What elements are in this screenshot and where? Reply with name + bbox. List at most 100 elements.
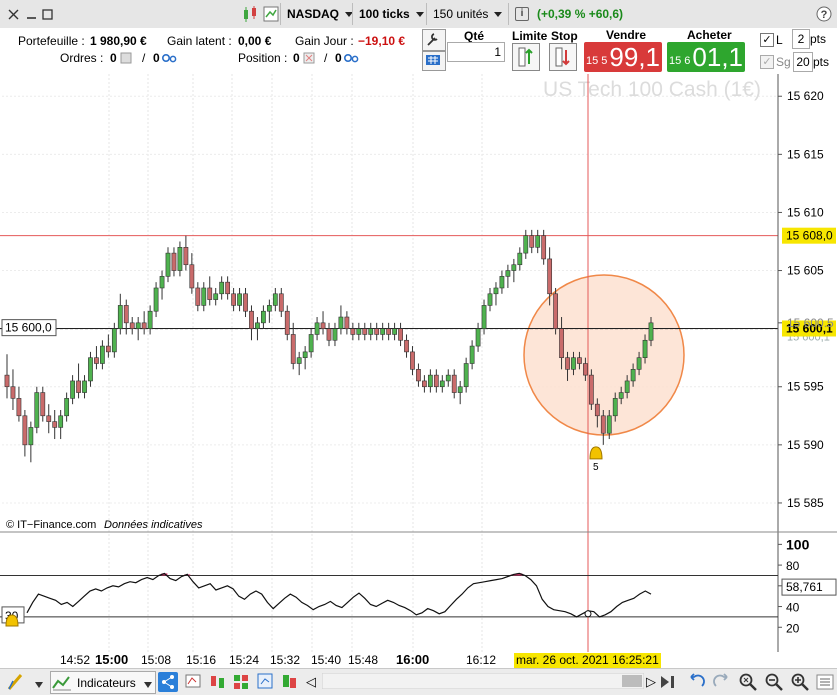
candle-body — [231, 293, 236, 306]
sell-label: Vendre — [606, 28, 647, 42]
price-chart[interactable]: US Tech 100 Cash (1€) 15 600,0 15 608,0 15… — [0, 74, 837, 652]
sg-points-input[interactable]: 20 — [793, 52, 813, 72]
sell-button[interactable]: 15 5 99,1 — [584, 42, 662, 72]
units-select[interactable]: 150 unités — [426, 3, 511, 25]
candle-body — [28, 427, 34, 446]
candle-body — [100, 345, 105, 364]
candle-body — [76, 380, 81, 393]
indicators-label: Indicateurs — [77, 675, 136, 690]
instrument-select[interactable]: NASDAQ — [280, 3, 357, 25]
candle-body — [588, 374, 594, 405]
buy-label: Acheter — [687, 28, 732, 42]
candle-body — [612, 398, 618, 417]
orders-window-icon[interactable] — [120, 52, 132, 67]
tool-icon-5[interactable] — [280, 672, 300, 695]
candle-body — [457, 386, 463, 393]
candle-body — [594, 403, 600, 417]
gears-icon[interactable] — [343, 52, 359, 67]
candle-body — [255, 322, 260, 329]
candle-body — [583, 363, 588, 376]
candle-body — [302, 351, 308, 358]
position-window-icon[interactable] — [303, 52, 315, 67]
maximize-icon[interactable] — [40, 4, 54, 24]
candle-body — [129, 322, 135, 329]
portfolio-value: 1 980,90 € — [90, 34, 147, 48]
close-icon[interactable] — [6, 4, 20, 24]
orders-count-a: 0 — [110, 51, 117, 65]
stop-order-button[interactable] — [549, 43, 577, 71]
candle-body — [237, 293, 242, 306]
indicator-value-label: 58,761 — [786, 580, 823, 594]
gears-icon[interactable] — [161, 52, 177, 67]
tool-icon-2[interactable] — [208, 672, 228, 695]
scroll-end-icon[interactable] — [658, 673, 678, 694]
buy-price: 01,1 — [692, 41, 744, 72]
chevron-down-icon[interactable] — [143, 678, 153, 692]
time-tick-label: 15:00 — [95, 652, 129, 667]
limit-order-button[interactable] — [512, 43, 540, 71]
candle-body — [511, 264, 517, 271]
orders-count-b: 0 — [153, 51, 160, 65]
redo-icon[interactable] — [712, 672, 730, 693]
share-icon[interactable] — [158, 672, 178, 695]
candle-body — [314, 322, 320, 335]
candle-body — [111, 328, 117, 353]
time-tick-label: 15:32 — [270, 653, 301, 667]
candle-body — [416, 369, 421, 382]
keypad-icon[interactable] — [422, 51, 446, 71]
candle-body — [266, 305, 272, 312]
zoom-in-icon[interactable] — [790, 672, 810, 695]
candle-body — [577, 357, 582, 364]
candle-body — [505, 270, 511, 277]
indicators-button[interactable]: Indicateurs — [50, 671, 156, 694]
l-label: L — [776, 33, 783, 47]
qty-input[interactable] — [447, 42, 505, 62]
candle-body — [46, 415, 52, 422]
disclaimer-label: Données indicatives — [104, 519, 203, 531]
info-icon[interactable]: i — [515, 7, 529, 21]
candle-body — [159, 276, 165, 289]
chart-watermark: US Tech 100 Cash (1€) — [543, 78, 761, 101]
candlestick-icon[interactable] — [242, 4, 260, 24]
scroll-left-icon[interactable]: ◁ — [306, 674, 316, 690]
buy-button[interactable]: 15 6 01,1 — [667, 42, 745, 72]
scroll-right-icon[interactable]: ▷ — [646, 674, 656, 690]
minimize-icon[interactable] — [24, 4, 38, 24]
candle-body — [117, 305, 123, 329]
tool-icon-1[interactable] — [184, 672, 204, 695]
help-icon[interactable]: ? — [816, 4, 832, 24]
position-count-a: 0 — [293, 51, 300, 65]
ticks-select[interactable]: 100 ticks — [352, 3, 429, 25]
chevron-down-icon[interactable] — [34, 678, 44, 692]
chart-type-icon[interactable] — [262, 4, 280, 24]
sg-label: Sg — [776, 55, 791, 69]
tool-icon-4[interactable] — [256, 672, 276, 695]
position-label: Position : — [238, 51, 288, 65]
zoom-fit-icon[interactable] — [738, 672, 758, 695]
candle-body — [386, 328, 392, 335]
candle-body — [451, 374, 457, 393]
pencil-icon[interactable] — [6, 672, 28, 695]
candle-body — [249, 310, 254, 329]
sell-price: 99,1 — [609, 41, 661, 72]
stop-label: Stop — [551, 29, 578, 43]
undo-icon[interactable] — [688, 672, 706, 693]
l-points-input[interactable]: 2 — [792, 29, 810, 49]
candle-body — [165, 252, 171, 277]
orders-label: Ordres : — [60, 51, 104, 65]
l-checkbox[interactable]: ✓ — [760, 33, 774, 47]
candle-body — [553, 293, 558, 329]
candle-body — [350, 328, 356, 335]
tool-icon-3[interactable] — [232, 672, 252, 695]
candle-body — [410, 351, 415, 370]
indicator-bell-icon — [5, 614, 19, 627]
candle-body — [422, 380, 427, 388]
time-tick-label: 15:40 — [311, 653, 342, 667]
candle-body — [565, 357, 570, 370]
sg-checkbox[interactable]: ✓ — [760, 55, 774, 69]
zoom-out-icon[interactable] — [764, 672, 784, 695]
horizontal-scrollbar[interactable] — [321, 672, 645, 690]
settings-icon[interactable] — [816, 673, 834, 694]
day-gain-value: −19,10 € — [358, 34, 406, 48]
wrench-icon[interactable] — [422, 29, 446, 51]
